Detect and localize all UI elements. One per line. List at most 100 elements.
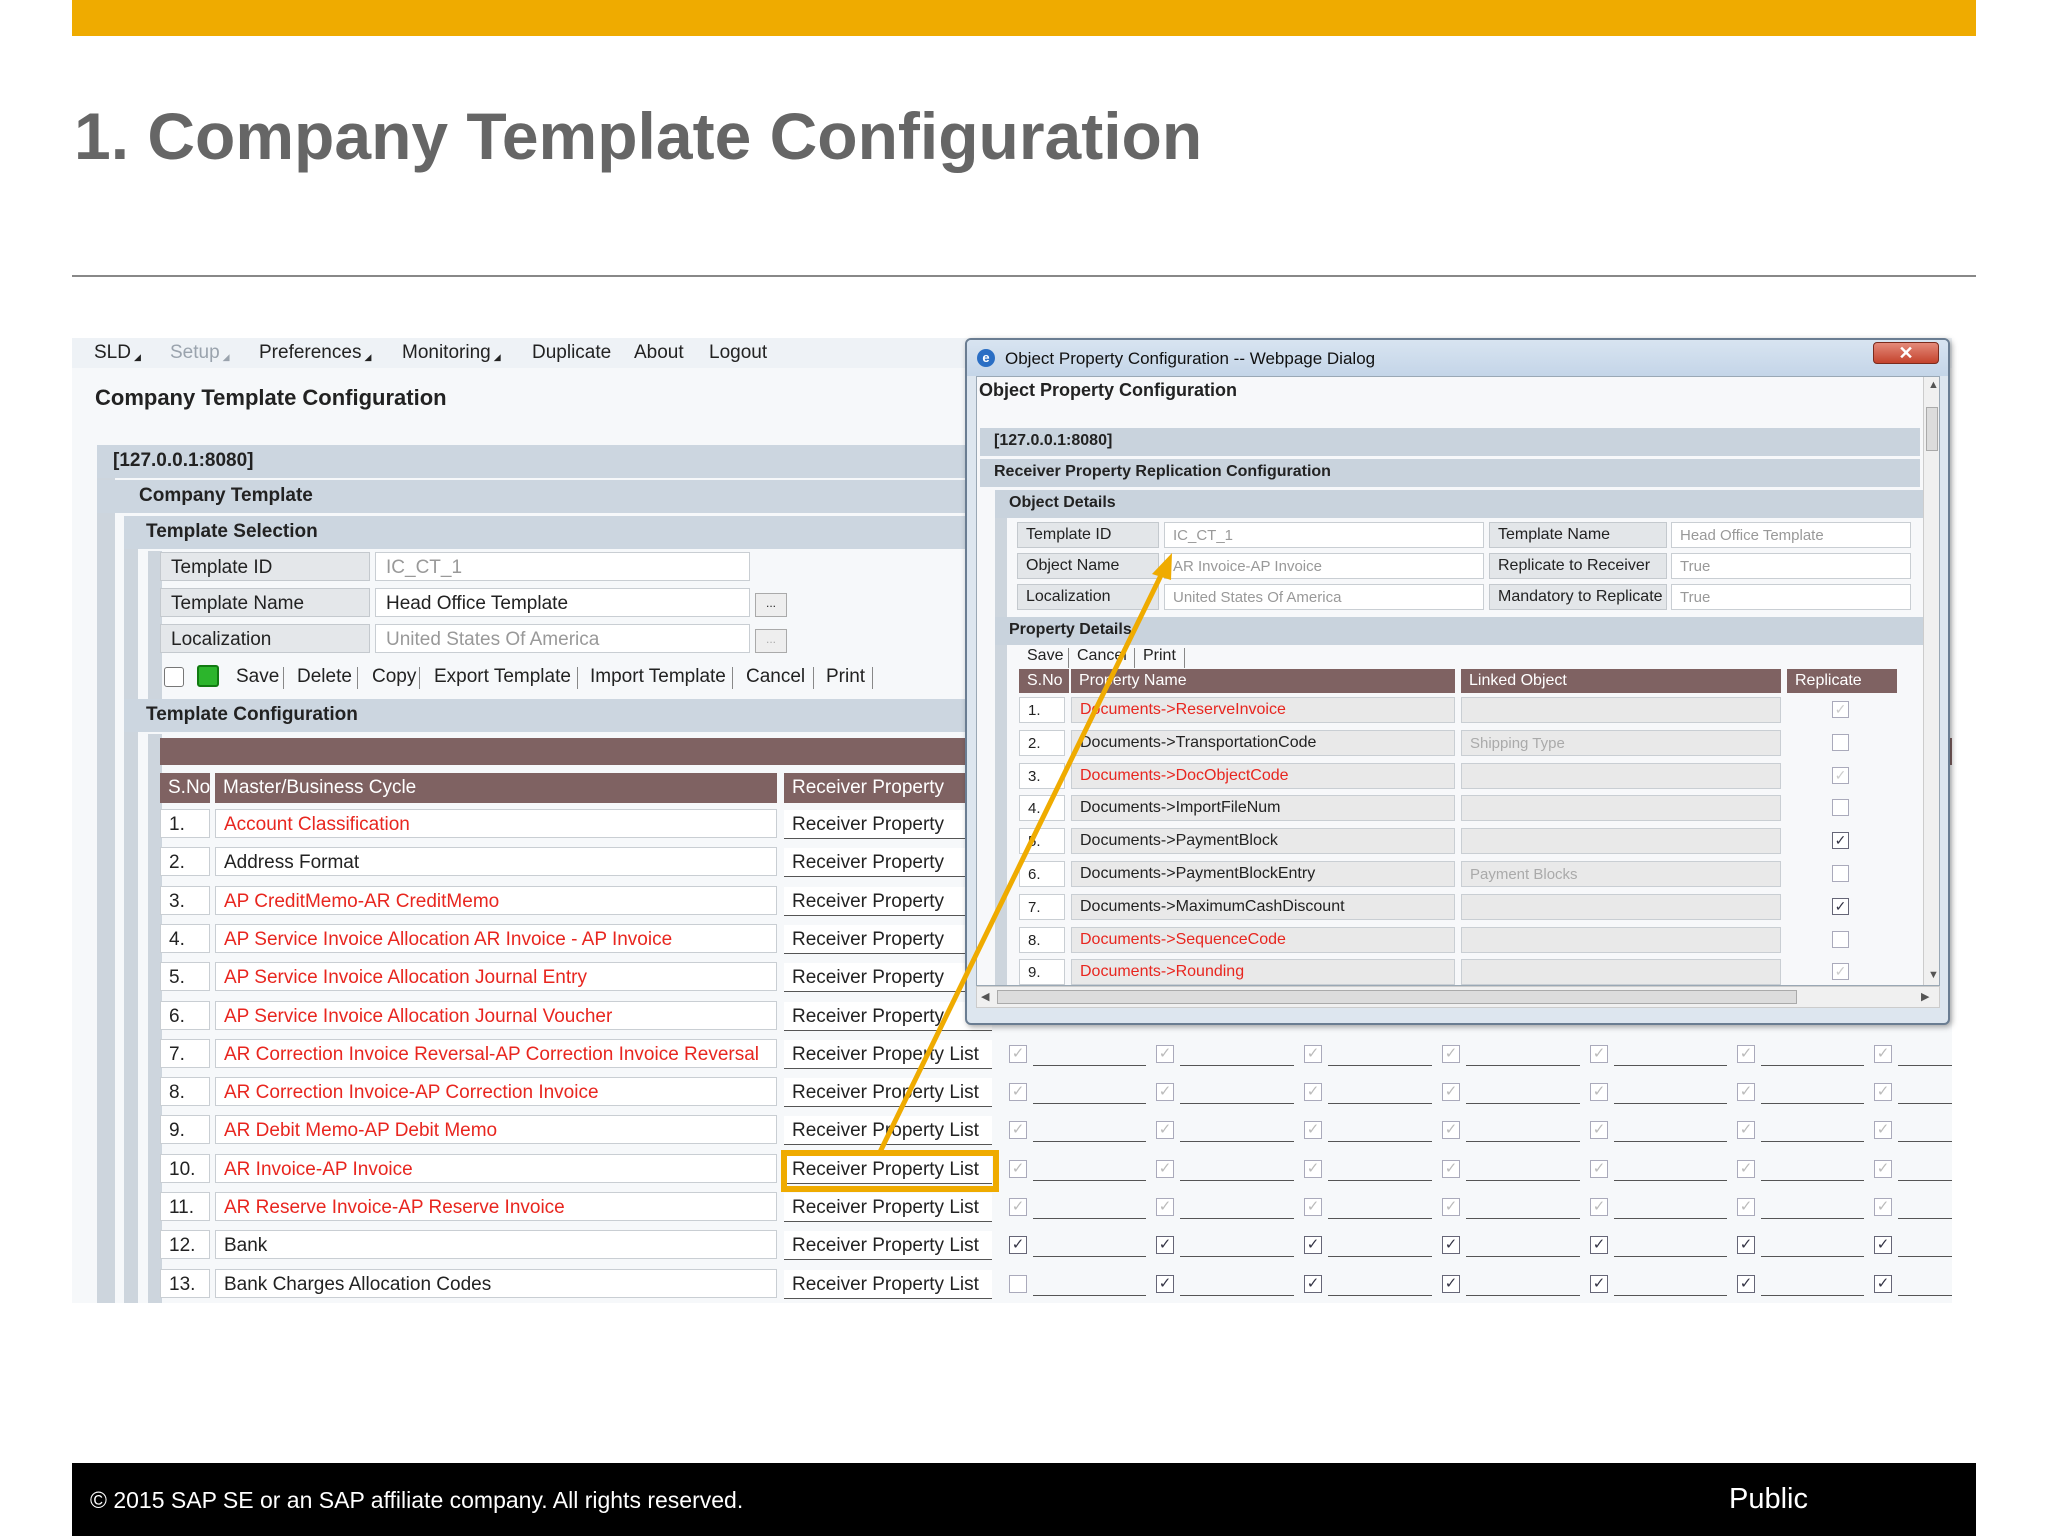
dialog-vertical-scrollbar[interactable]: ▲ ▼ bbox=[1923, 377, 1939, 985]
table-row-name[interactable]: Bank Charges Allocation Codes bbox=[215, 1269, 777, 1298]
replicate-checkbox[interactable]: ✓ bbox=[1737, 1045, 1755, 1063]
menu-duplicate[interactable]: Duplicate bbox=[532, 342, 611, 364]
close-icon[interactable]: ✕ bbox=[1873, 342, 1939, 364]
template-id-input[interactable]: IC_CT_1 bbox=[375, 552, 750, 581]
receiver-property-link[interactable]: Receiver Property bbox=[784, 963, 992, 992]
delete-button[interactable]: Delete bbox=[297, 666, 352, 688]
replicate-checkbox[interactable]: ✓ bbox=[1874, 1198, 1892, 1216]
replicate-checkbox[interactable]: ✓ bbox=[1590, 1275, 1608, 1293]
replicate-checkbox[interactable]: ✓ bbox=[1737, 1275, 1755, 1293]
table-row-name[interactable]: Address Format bbox=[215, 847, 777, 876]
dlg-print-button[interactable]: Print bbox=[1143, 647, 1176, 665]
scroll-right-icon[interactable]: ▶ bbox=[1921, 990, 1929, 1003]
copy-button[interactable]: Copy bbox=[372, 666, 416, 688]
table-row-name[interactable]: Account Classification bbox=[215, 809, 777, 838]
replicate-checkbox[interactable]: ✓ bbox=[1832, 767, 1849, 784]
template-name-input[interactable]: Head Office Template bbox=[375, 588, 750, 617]
replicate-checkbox[interactable] bbox=[1832, 734, 1849, 751]
receiver-property-link[interactable]: Receiver Property bbox=[784, 925, 992, 954]
scroll-thumb[interactable] bbox=[997, 990, 1797, 1004]
replicate-checkbox[interactable]: ✓ bbox=[1156, 1083, 1174, 1101]
table-row-name[interactable]: AR Reserve Invoice-AP Reserve Invoice bbox=[215, 1192, 777, 1221]
save-button[interactable]: Save bbox=[236, 666, 279, 688]
replicate-checkbox[interactable]: ✓ bbox=[1737, 1236, 1755, 1254]
receiver-property-link[interactable]: Receiver Property List bbox=[784, 1193, 992, 1222]
select-checkbox[interactable] bbox=[164, 667, 184, 687]
replicate-checkbox[interactable]: ✓ bbox=[1590, 1121, 1608, 1139]
replicate-checkbox[interactable]: ✓ bbox=[1590, 1236, 1608, 1254]
receiver-property-link[interactable]: Receiver Property List bbox=[784, 1040, 992, 1069]
menu-logout[interactable]: Logout bbox=[709, 342, 767, 364]
menu-setup[interactable]: Setup ◢ bbox=[170, 342, 230, 364]
replicate-checkbox[interactable]: ✓ bbox=[1737, 1198, 1755, 1216]
replicate-checkbox[interactable]: ✓ bbox=[1009, 1121, 1027, 1139]
table-row-name[interactable]: AR Correction Invoice-AP Correction Invo… bbox=[215, 1077, 777, 1106]
replicate-checkbox[interactable]: ✓ bbox=[1590, 1160, 1608, 1178]
replicate-checkbox[interactable]: ✓ bbox=[1009, 1045, 1027, 1063]
table-row-name[interactable]: AP CreditMemo-AR CreditMemo bbox=[215, 886, 777, 915]
replicate-checkbox[interactable] bbox=[1832, 865, 1849, 882]
replicate-checkbox[interactable]: ✓ bbox=[1442, 1160, 1460, 1178]
receiver-property-link[interactable]: Receiver Property bbox=[784, 848, 992, 877]
dlg-template-name-input[interactable]: Head Office Template bbox=[1671, 522, 1911, 548]
receiver-property-link[interactable]: Receiver Property List bbox=[784, 1270, 992, 1299]
scroll-up-icon[interactable]: ▲ bbox=[1928, 379, 1939, 391]
table-row-name[interactable]: AR Correction Invoice Reversal-AP Correc… bbox=[215, 1039, 777, 1068]
receiver-property-link[interactable]: Receiver Property List bbox=[784, 1078, 992, 1107]
dlg-object-name-input[interactable]: AR Invoice-AP Invoice bbox=[1164, 553, 1484, 579]
replicate-checkbox[interactable]: ✓ bbox=[1874, 1160, 1892, 1178]
replicate-checkbox[interactable]: ✓ bbox=[1304, 1236, 1322, 1254]
dialog-horizontal-scrollbar[interactable]: ◀ ▶ bbox=[976, 986, 1940, 1008]
dlg-cancel-button[interactable]: Cancel bbox=[1077, 647, 1127, 665]
menu-sld[interactable]: SLD ◢ bbox=[94, 342, 141, 364]
replicate-checkbox[interactable]: ✓ bbox=[1590, 1198, 1608, 1216]
replicate-checkbox[interactable]: ✓ bbox=[1304, 1121, 1322, 1139]
receiver-property-link[interactable]: Receiver Property bbox=[784, 810, 992, 839]
replicate-checkbox[interactable]: ✓ bbox=[1590, 1083, 1608, 1101]
receiver-property-link[interactable]: Receiver Property bbox=[784, 1002, 992, 1031]
replicate-checkbox[interactable]: ✓ bbox=[1304, 1160, 1322, 1178]
dlg-localization-input[interactable]: United States Of America bbox=[1164, 584, 1484, 610]
replicate-checkbox[interactable]: ✓ bbox=[1442, 1121, 1460, 1139]
replicate-checkbox[interactable]: ✓ bbox=[1009, 1083, 1027, 1101]
replicate-checkbox[interactable]: ✓ bbox=[1874, 1121, 1892, 1139]
import-template-button[interactable]: Import Template bbox=[590, 666, 726, 688]
replicate-checkbox[interactable] bbox=[1832, 799, 1849, 816]
replicate-checkbox[interactable]: ✓ bbox=[1156, 1236, 1174, 1254]
replicate-checkbox[interactable]: ✓ bbox=[1832, 898, 1849, 915]
replicate-checkbox[interactable]: ✓ bbox=[1156, 1275, 1174, 1293]
cancel-button[interactable]: Cancel bbox=[746, 666, 805, 688]
scroll-left-icon[interactable]: ◀ bbox=[981, 990, 989, 1003]
replicate-checkbox[interactable]: ✓ bbox=[1874, 1045, 1892, 1063]
scroll-down-icon[interactable]: ▼ bbox=[1928, 969, 1939, 981]
replicate-checkbox[interactable]: ✓ bbox=[1156, 1045, 1174, 1063]
replicate-checkbox[interactable]: ✓ bbox=[1304, 1045, 1322, 1063]
replicate-checkbox[interactable]: ✓ bbox=[1442, 1045, 1460, 1063]
receiver-property-link[interactable]: Receiver Property List bbox=[784, 1116, 992, 1145]
replicate-checkbox[interactable]: ✓ bbox=[1442, 1236, 1460, 1254]
replicate-checkbox[interactable]: ✓ bbox=[1832, 963, 1849, 980]
replicate-checkbox[interactable] bbox=[1009, 1275, 1027, 1293]
replicate-checkbox[interactable]: ✓ bbox=[1737, 1121, 1755, 1139]
dlg-template-id-input[interactable]: IC_CT_1 bbox=[1164, 522, 1484, 548]
menu-about[interactable]: About bbox=[634, 342, 684, 364]
print-button[interactable]: Print bbox=[826, 666, 865, 688]
scroll-thumb[interactable] bbox=[1926, 407, 1938, 451]
table-row-name[interactable]: AP Service Invoice Allocation Journal Vo… bbox=[215, 1001, 777, 1030]
dlg-save-button[interactable]: Save bbox=[1027, 647, 1063, 665]
table-row-name[interactable]: Bank bbox=[215, 1230, 777, 1259]
export-template-button[interactable]: Export Template bbox=[434, 666, 571, 688]
replicate-checkbox[interactable]: ✓ bbox=[1009, 1160, 1027, 1178]
receiver-property-link[interactable]: Receiver Property List bbox=[784, 1231, 992, 1260]
replicate-checkbox[interactable]: ✓ bbox=[1874, 1083, 1892, 1101]
replicate-checkbox[interactable]: ✓ bbox=[1156, 1121, 1174, 1139]
replicate-checkbox[interactable]: ✓ bbox=[1009, 1198, 1027, 1216]
template-name-lookup-button[interactable]: ... bbox=[755, 593, 787, 617]
replicate-checkbox[interactable]: ✓ bbox=[1737, 1083, 1755, 1101]
menu-preferences[interactable]: Preferences ◢ bbox=[259, 342, 371, 364]
replicate-checkbox[interactable]: ✓ bbox=[1442, 1275, 1460, 1293]
replicate-checkbox[interactable] bbox=[1832, 931, 1849, 948]
replicate-checkbox[interactable]: ✓ bbox=[1874, 1275, 1892, 1293]
replicate-checkbox[interactable]: ✓ bbox=[1832, 832, 1849, 849]
receiver-property-link[interactable]: Receiver Property bbox=[784, 887, 992, 916]
